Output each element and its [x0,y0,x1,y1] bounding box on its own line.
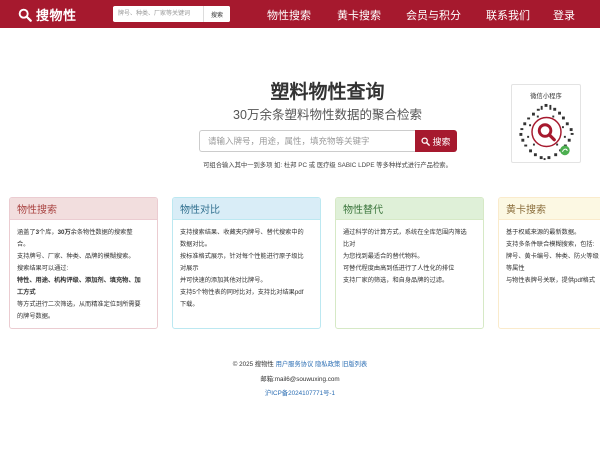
mini-program-qr-code[interactable] [517,103,576,161]
card-line: 比对 [343,239,477,251]
card-text: 涵盖了 [17,229,36,236]
card-line: 基于权威来源的最新数据。 [506,227,600,239]
card-line: 等方式进行二次筛选，从而精准定位到所需要 [17,299,151,311]
card-line: 合。 [17,239,151,251]
search-icon [18,8,32,22]
card-line: 数据对比。 [180,239,314,251]
footer-copyright-line: © 2025 搜物性 用户服务协议 隐私政策 旧版列表 [0,359,600,368]
card-body: 通过科学的计算方式，系统在全库范围内筛选 比对为您找到最适合的替代物料。可替代程度… [336,220,483,287]
card-line: 支持搜索结果、收藏夹内牌号、替代搜索中的 [180,227,314,239]
main-search-button[interactable]: 搜索 [415,130,457,152]
card-line: 并可快速的添加其他对比牌号。 [180,275,314,287]
footer-link-terms[interactable]: 用户服务协议 [276,361,314,368]
card-line: 可替代程度由高到低进行了人性化的排位 [343,263,477,275]
card-text: 按标准格式展示，针对每个性能进行原子级比 [180,253,304,260]
card-line: 支持厂家的筛选，和自身品牌的过滤。 [343,275,477,287]
card-property-compare: 物性对比 支持搜索结果、收藏夹内牌号、替代搜索中的 数据对比。按标准格式展示，针对… [172,197,321,329]
footer-link-old-list[interactable]: 旧版列表 [342,361,367,368]
card-text: 支持多条件联合模糊搜索，包括: [506,241,595,248]
nav-login[interactable]: 登录 [553,7,575,23]
card-text: 工方式 [17,289,36,296]
header-search-input[interactable] [113,7,203,21]
footer-icp-link[interactable]: 沪ICP备2024107771号-1 [265,390,335,397]
card-title: 物性对比 [173,198,320,220]
card-body: 支持搜索结果、收藏夹内牌号、替代搜索中的 数据对比。按标准格式展示，针对每个性能进… [173,220,320,311]
card-line: 为您找到最适合的替代物料。 [343,251,477,263]
footer-copyright: © 2025 搜物性 [232,361,274,368]
card-body: 涵盖了3个库，30万余条物性数据的搜索整合。支持牌号、厂家、种类、品牌的模糊搜索… [10,220,157,323]
card-text: 支持搜索结果、收藏夹内牌号、替代搜索中的 [180,229,304,236]
card-line: 牌号、黄卡编号、种类、防火等级 [506,251,600,263]
card-line: 与物性表牌号关联，提供pdf格式 [506,275,600,287]
card-text: 支持5个物性表的同时比对，支持比对结果pdf [180,289,304,296]
card-text: 比对 [343,241,356,248]
footer-email: 邮箱:mail6@souwuxing.com [260,376,340,383]
card-text: 合。 [17,241,30,248]
card-text: 牌号、黄卡编号、种类、防火等级 [506,253,599,260]
card-text: 余条物性数据的搜索整 [70,229,133,236]
search-icon [421,136,431,146]
card-text: 等属性 [506,265,525,272]
card-text: 支持牌号、厂家、种类、品牌的模糊搜索。 [17,253,135,260]
top-navbar: 搜物性 搜索 物性搜索 黄卡搜索 会员与积分 联系我们 登录 [0,0,600,28]
card-line: 支持多条件联合模糊搜索，包括: [506,239,600,251]
nav-contact-us[interactable]: 联系我们 [486,7,530,23]
card-yellow-card-search: 黄卡搜索 基于权威来源的最新数据。支持多条件联合模糊搜索，包括: 牌号、黄卡编号、… [498,197,600,329]
card-text: 对展示 [180,265,199,272]
card-line: 支持牌号、厂家、种类、品牌的模糊搜索。 [17,251,151,263]
card-text: 支持厂家的筛选，和自身品牌的过滤。 [343,277,449,284]
card-text: 搜索结果可以通过: [17,265,69,272]
card-line: 下载。 [180,299,314,311]
card-line: 等属性 [506,263,600,275]
card-title: 物性搜索 [10,198,157,220]
card-text: 下载。 [180,301,199,308]
card-line: 特性、用途、机构评级、添加剂、填充物、加 [17,275,151,287]
card-text: 通过科学的计算方式，系统在全库范围内筛选 [343,229,467,236]
card-text: 特性、用途、机构评级、添加剂、填充物、加 [17,277,141,284]
card-line: 通过科学的计算方式，系统在全库范围内筛选 [343,227,477,239]
card-text: 数据对比。 [180,241,211,248]
card-text: 基于权威来源的最新数据。 [506,229,581,236]
page-subtitle: 30万余条塑料物性数据的聚合检索 [233,108,422,122]
card-text: 的牌号数据。 [17,313,55,320]
card-text: 30万 [57,229,71,236]
card-text: 可替代程度由高到低进行了人性化的排位 [343,265,455,272]
card-title: 物性替代 [336,198,483,220]
nav-property-search[interactable]: 物性搜索 [267,7,311,23]
page-title: 塑料物性查询 [270,82,385,103]
card-text: 与物性表牌号关联，提供pdf格式 [506,277,596,284]
card-line: 搜索结果可以通过: [17,263,151,275]
search-hint: 可组合输入其中一到多项 如: 杜邦 PC 或 医疗级 SABIC LDPE 等多… [203,162,452,169]
logo-text: 搜物性 [36,8,77,23]
card-line: 支持5个物性表的同时比对，支持比对结果pdf [180,287,314,299]
card-text: 并可快速的添加其他对比牌号。 [180,277,267,284]
mini-program-title: 微信小程序 [530,93,562,100]
nav-yellow-card-search[interactable]: 黄卡搜索 [337,7,381,23]
mini-program-card: 微信小程序 [511,84,581,163]
header-search-box: 搜索 [113,6,230,22]
header-search-button[interactable]: 搜索 [203,6,230,22]
card-line: 的牌号数据。 [17,311,151,323]
main-search-button-label: 搜索 [432,136,451,147]
site-logo[interactable]: 搜物性 [18,5,77,24]
card-line: 工方式 [17,287,151,299]
card-text: 等方式进行二次筛选，从而精准定位到所需要 [17,301,141,308]
card-property-search: 物性搜索 涵盖了3个库，30万余条物性数据的搜索整合。支持牌号、厂家、种类、品牌… [9,197,158,329]
card-property-substitute: 物性替代 通过科学的计算方式，系统在全库范围内筛选 比对为您找到最适合的替代物料。… [335,197,484,329]
card-line: 涵盖了3个库，30万余条物性数据的搜索整 [17,227,151,239]
card-text: 为您找到最适合的替代物料。 [343,253,424,260]
main-search-box: 搜索 [199,130,457,152]
card-line: 对展示 [180,263,314,275]
main-search-input[interactable] [199,130,415,152]
card-line: 按标准格式展示，针对每个性能进行原子级比 [180,251,314,263]
footer-icp: 沪ICP备2024107771号-1 [0,388,600,397]
footer-link-privacy[interactable]: 隐私政策 [315,361,340,368]
card-text: 个库， [39,229,58,236]
card-title: 黄卡搜索 [499,198,600,220]
nav-membership-points[interactable]: 会员与积分 [406,7,461,23]
card-body: 基于权威来源的最新数据。支持多条件联合模糊搜索，包括: 牌号、黄卡编号、种类、防火… [499,220,600,287]
